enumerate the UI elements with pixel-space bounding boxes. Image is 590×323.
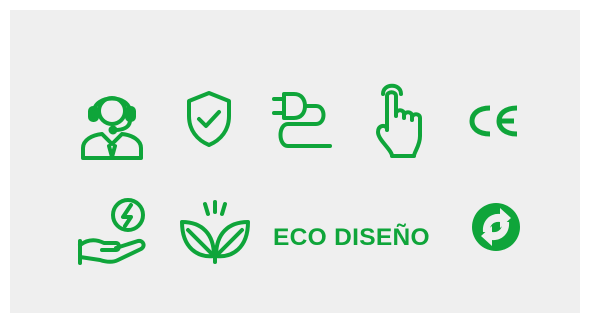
shield-check-icon: [185, 90, 233, 148]
energy-saving-hand-icon: [76, 197, 152, 269]
eco-leaves-icon: [178, 200, 252, 266]
eco-design-label: ECO DISEÑO: [273, 224, 430, 251]
icon-panel: ECO DISEÑO: [10, 10, 580, 313]
customer-support-headset-icon: [80, 82, 144, 162]
touch-hand-icon: [374, 80, 430, 160]
power-plug-cable-icon: [270, 91, 334, 153]
green-dot-recycling-icon: [470, 201, 522, 253]
ce-mark-icon: [468, 104, 524, 138]
